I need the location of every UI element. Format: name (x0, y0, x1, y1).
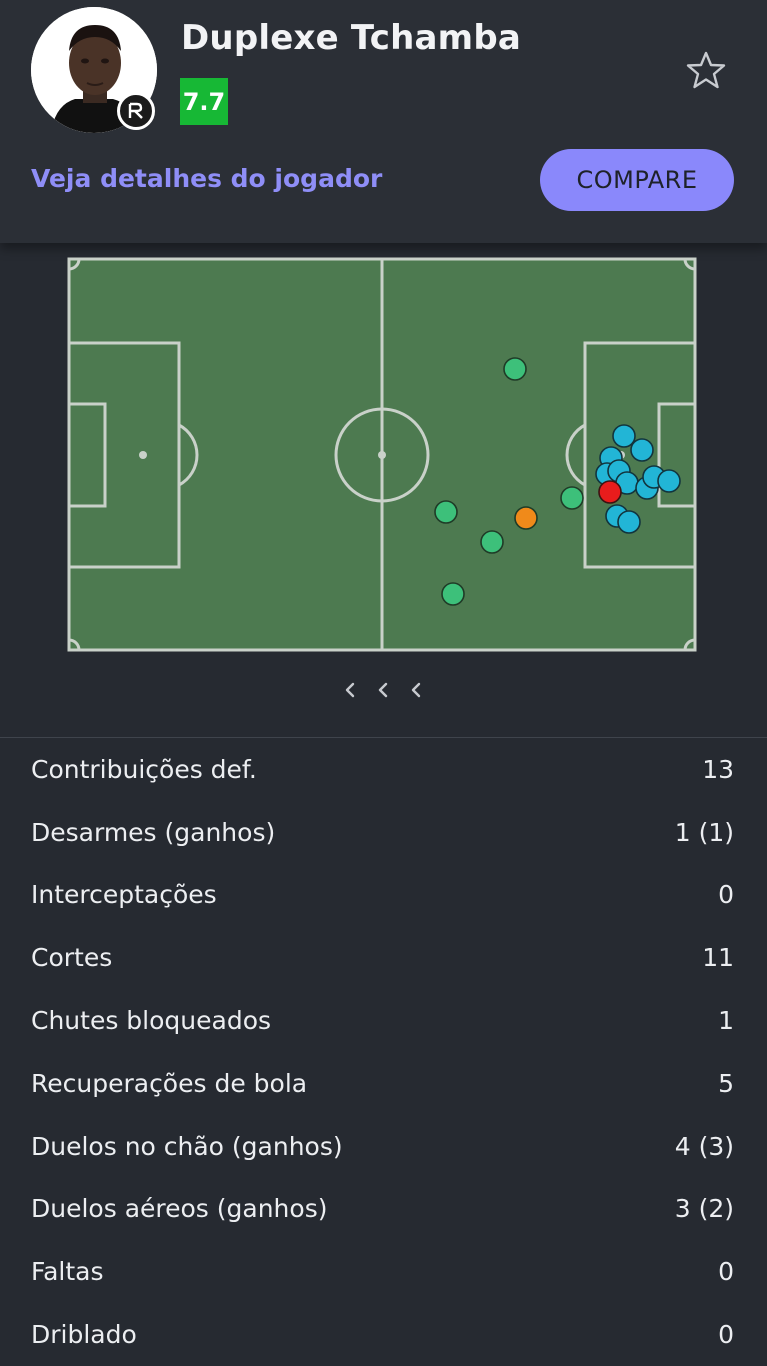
blue-action-marker (630, 438, 654, 462)
stat-value: 11 (702, 943, 734, 973)
player-name: Duplexe Tchamba (181, 18, 521, 58)
green-action-marker (441, 582, 465, 606)
green-action-marker (503, 357, 527, 381)
stat-label: Cortes (31, 943, 113, 973)
chevron-left-icon (378, 682, 388, 698)
stat-value: 1 (1) (674, 817, 734, 847)
team-crest-icon (117, 92, 155, 130)
blue-action-marker (657, 469, 681, 493)
stat-row: Interceptações 0 (0, 864, 767, 927)
stat-label: Driblado (31, 1320, 137, 1350)
stat-value: 4 (3) (674, 1131, 734, 1161)
stat-value: 3 (2) (674, 1194, 734, 1224)
green-action-marker (480, 530, 504, 554)
stat-value: 0 (718, 1320, 734, 1350)
stat-row: Contribuições def. 13 (0, 738, 767, 801)
player-header: Duplexe Tchamba 7.7 Veja detalhes do jog… (0, 0, 767, 243)
chevron-left-icon (411, 682, 421, 698)
stat-row: Duelos no chão (ganhos) 4 (3) (0, 1115, 767, 1178)
blue-action-marker (612, 424, 636, 448)
stat-label: Desarmes (ganhos) (31, 817, 276, 847)
stat-value: 0 (718, 1257, 734, 1287)
stat-value: 1 (718, 1006, 734, 1036)
stat-label: Duelos aéreos (ganhos) (31, 1194, 328, 1224)
compare-button[interactable]: COMPARE (540, 149, 734, 211)
defensive-stats-list: Contribuições def. 13 Desarmes (ganhos) … (0, 738, 767, 1366)
pager-chevrons[interactable] (332, 676, 432, 704)
stat-row: Duelos aéreos (ganhos) 3 (2) (0, 1178, 767, 1241)
star-icon[interactable] (686, 50, 726, 90)
stat-label: Interceptações (31, 880, 217, 910)
stat-value: 5 (718, 1068, 734, 1098)
stat-label: Faltas (31, 1257, 104, 1287)
red-action-marker (598, 480, 622, 504)
orange-action-marker (514, 506, 538, 530)
rating-badge: 7.7 (180, 78, 228, 125)
green-action-marker (434, 500, 458, 524)
stat-row: Desarmes (ganhos) 1 (1) (0, 801, 767, 864)
stat-label: Contribuições def. (31, 754, 257, 784)
stat-label: Duelos no chão (ganhos) (31, 1131, 343, 1161)
blue-action-marker (617, 510, 641, 534)
chevron-left-icon (345, 682, 355, 698)
stat-row: Recuperações de bola 5 (0, 1052, 767, 1115)
stat-row: Driblado 0 (0, 1303, 767, 1366)
green-action-marker (560, 486, 584, 510)
stat-row: Faltas 0 (0, 1240, 767, 1303)
defensive-actions-pitch-map (67, 257, 697, 652)
stat-label: Chutes bloqueados (31, 1006, 272, 1036)
stat-label: Recuperações de bola (31, 1068, 308, 1098)
player-details-link[interactable]: Veja detalhes do jogador (31, 164, 382, 193)
stat-value: 13 (702, 754, 734, 784)
stat-value: 0 (718, 880, 734, 910)
stat-row: Cortes 11 (0, 926, 767, 989)
stat-row: Chutes bloqueados 1 (0, 989, 767, 1052)
